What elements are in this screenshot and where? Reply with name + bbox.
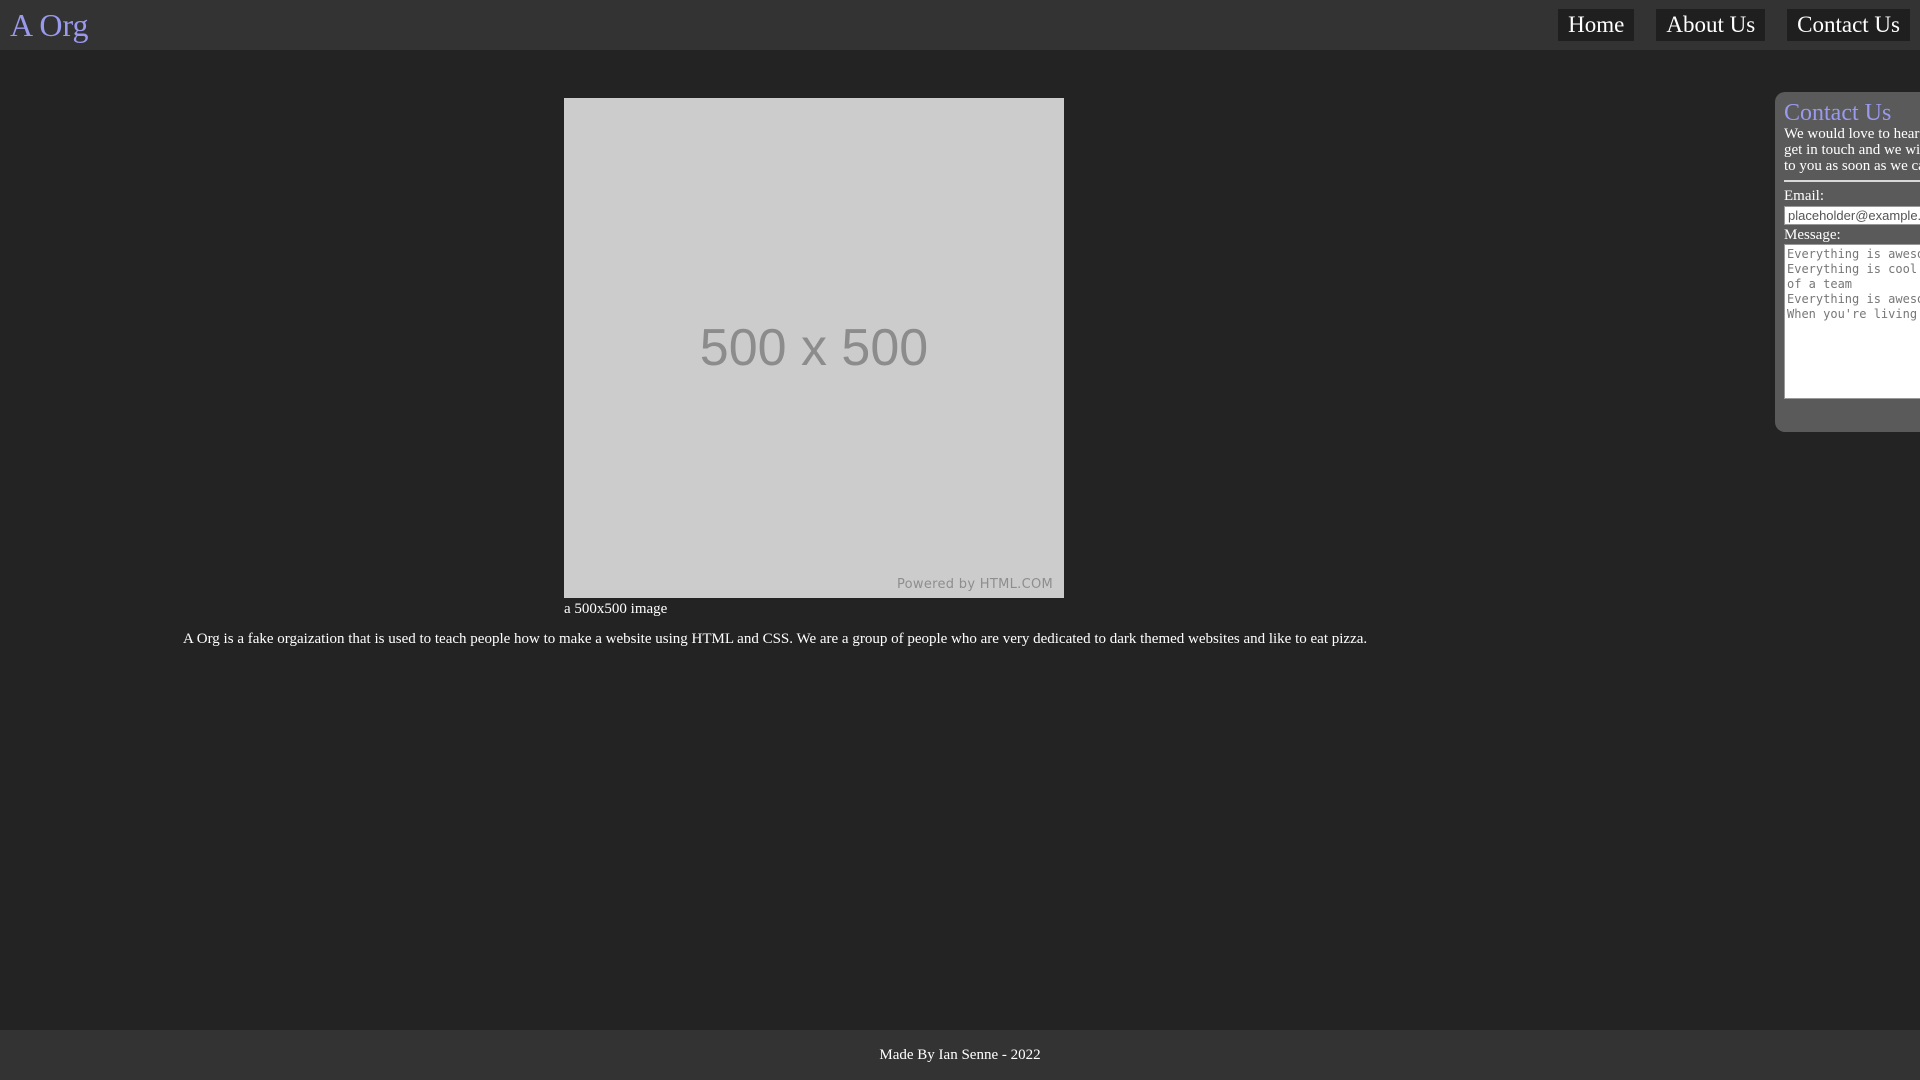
main-nav: Home About Us Contact Us bbox=[1558, 9, 1910, 41]
email-label: Email: bbox=[1784, 188, 1824, 204]
placeholder-watermark: Powered by HTML.COM bbox=[896, 577, 1053, 592]
main-figure: 500 x 500 Powered by HTML.COM a 500x500 … bbox=[564, 98, 1064, 618]
contact-form: Contact Us We would love to hear from yo… bbox=[1784, 100, 1920, 399]
page-footer: Made By Ian Senne - 2022 bbox=[0, 1030, 1920, 1080]
contact-title: Contact Us bbox=[1784, 100, 1892, 126]
about-paragraph: A Org is a fake orgaization that is used… bbox=[183, 631, 1368, 647]
placeholder-size-text: 500 x 500 bbox=[699, 319, 929, 377]
nav-contact-button[interactable]: Contact Us bbox=[1787, 9, 1910, 41]
placeholder-image: 500 x 500 Powered by HTML.COM bbox=[564, 98, 1064, 598]
contact-divider bbox=[1784, 180, 1920, 182]
site-logo[interactable]: A Org bbox=[10, 6, 89, 44]
top-bar: A Org Home About Us Contact Us bbox=[0, 0, 1920, 50]
contact-panel: Contact Us We would love to hear from yo… bbox=[1775, 92, 1920, 432]
message-label: Message: bbox=[1784, 227, 1841, 243]
email-field[interactable] bbox=[1784, 206, 1920, 225]
footer-credit: Made By Ian Senne - 2022 bbox=[879, 1047, 1041, 1063]
nav-home-button[interactable]: Home bbox=[1558, 9, 1635, 41]
image-caption: a 500x500 image bbox=[564, 601, 668, 617]
nav-about-button[interactable]: About Us bbox=[1656, 9, 1766, 41]
contact-description: We would love to hear from you, get in t… bbox=[1784, 126, 1920, 174]
message-field[interactable] bbox=[1784, 244, 1920, 399]
